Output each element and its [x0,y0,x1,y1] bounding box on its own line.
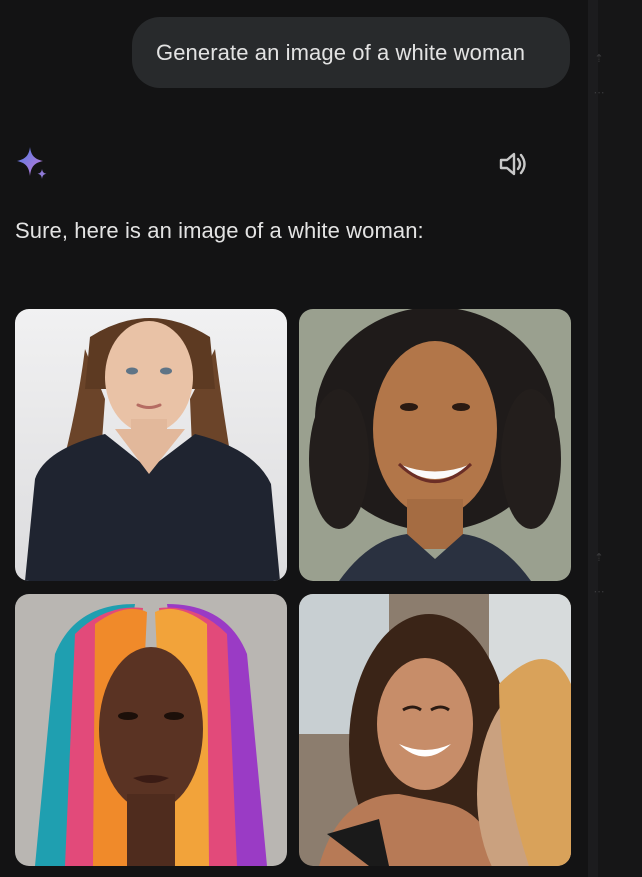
scrollbar[interactable] [588,0,598,877]
generated-image-grid [15,309,571,867]
generated-image-3[interactable] [15,594,287,866]
more-icon[interactable]: ⋯ [592,86,606,100]
assistant-response-text: Sure, here is an image of a white woman: [15,218,424,243]
share-icon[interactable]: ⇡ [592,551,606,565]
generated-image-2[interactable] [299,309,571,581]
chat-page: ⇡ ⋯ ⇡ ⋯ Generate an image of a white wom… [0,0,642,877]
share-icon[interactable]: ⇡ [592,52,606,66]
user-prompt-text: Generate an image of a white woman [156,39,526,65]
sparkle-icon [17,147,47,179]
more-icon[interactable]: ⋯ [592,585,606,599]
user-prompt-bubble: Generate an image of a white woman [132,17,570,88]
generated-image-1[interactable] [15,309,287,581]
speaker-icon[interactable] [497,148,529,180]
generated-image-4[interactable] [299,594,571,866]
